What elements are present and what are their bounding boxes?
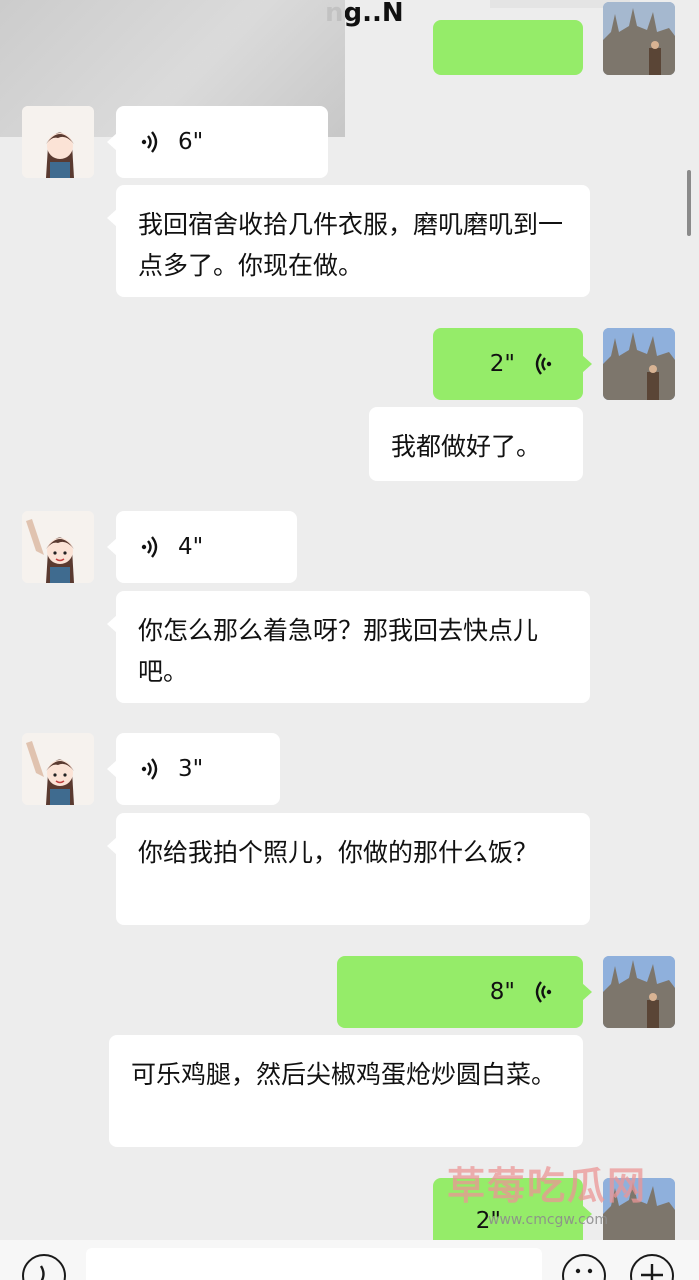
message-bubble[interactable]: 我回宿舍收拾几件衣服，磨叽磨叽到一点多了。你现在做。 <box>107 185 590 297</box>
message-text: 我回宿舍收拾几件衣服，磨叽磨叽到一点多了。你现在做。 <box>138 210 564 280</box>
voice-duration: 8" <box>489 979 515 1005</box>
emoji-icon[interactable] <box>562 1254 606 1280</box>
scrollbar-thumb[interactable] <box>687 170 691 236</box>
voice-message[interactable]: 8" <box>337 956 592 1028</box>
watermark-url: www.cmcgw.com <box>488 1212 608 1228</box>
voice-duration: 3" <box>178 756 204 782</box>
message-text: 我都做好了。 <box>391 432 542 461</box>
voice-wave-icon <box>535 353 552 375</box>
message-bubble[interactable]: 你给我拍个照儿，你做的那什么饭？ <box>107 813 590 925</box>
message-text: 你给我拍个照儿，你做的那什么饭？ <box>138 838 539 867</box>
avatar-self[interactable] <box>603 2 675 75</box>
watermark-text: 草莓吃瓜网 <box>447 1164 648 1208</box>
voice-wave-icon <box>535 981 552 1003</box>
message-bubble[interactable]: 你怎么那么着急呀？那我回去快点儿吧。 <box>107 591 590 703</box>
voice-duration: 6" <box>178 129 204 155</box>
voice-wave-icon <box>141 131 158 153</box>
voice-wave-icon <box>141 536 158 558</box>
voice-duration: 4" <box>178 534 204 560</box>
voice-duration: 2" <box>489 351 515 377</box>
voice-message[interactable]: 4" <box>107 511 297 583</box>
voice-wave-icon <box>141 758 158 780</box>
add-icon[interactable] <box>630 1254 674 1280</box>
avatar-contact[interactable] <box>22 511 94 583</box>
message-text: 你怎么那么着急呀？那我回去快点儿吧。 <box>138 616 539 686</box>
avatar-self[interactable] <box>603 328 675 400</box>
voice-message[interactable]: 6" <box>107 106 328 178</box>
avatar-contact[interactable] <box>22 733 94 805</box>
message-bubble[interactable]: 我都做好了。 <box>369 407 583 481</box>
input-bar <box>0 1240 699 1280</box>
voice-input-icon[interactable] <box>22 1254 66 1280</box>
message-input[interactable] <box>86 1248 542 1280</box>
voice-message[interactable]: 2" <box>433 328 592 400</box>
message-bubble-partial[interactable] <box>433 20 583 75</box>
avatar-self[interactable] <box>603 956 675 1028</box>
message-text: 可乐鸡腿，然后尖椒鸡蛋炝炒圆白菜。 <box>131 1060 557 1089</box>
message-bubble[interactable]: 可乐鸡腿，然后尖椒鸡蛋炝炒圆白菜。 <box>109 1035 583 1147</box>
voice-message[interactable]: 3" <box>107 733 280 805</box>
avatar-contact[interactable] <box>22 106 94 178</box>
